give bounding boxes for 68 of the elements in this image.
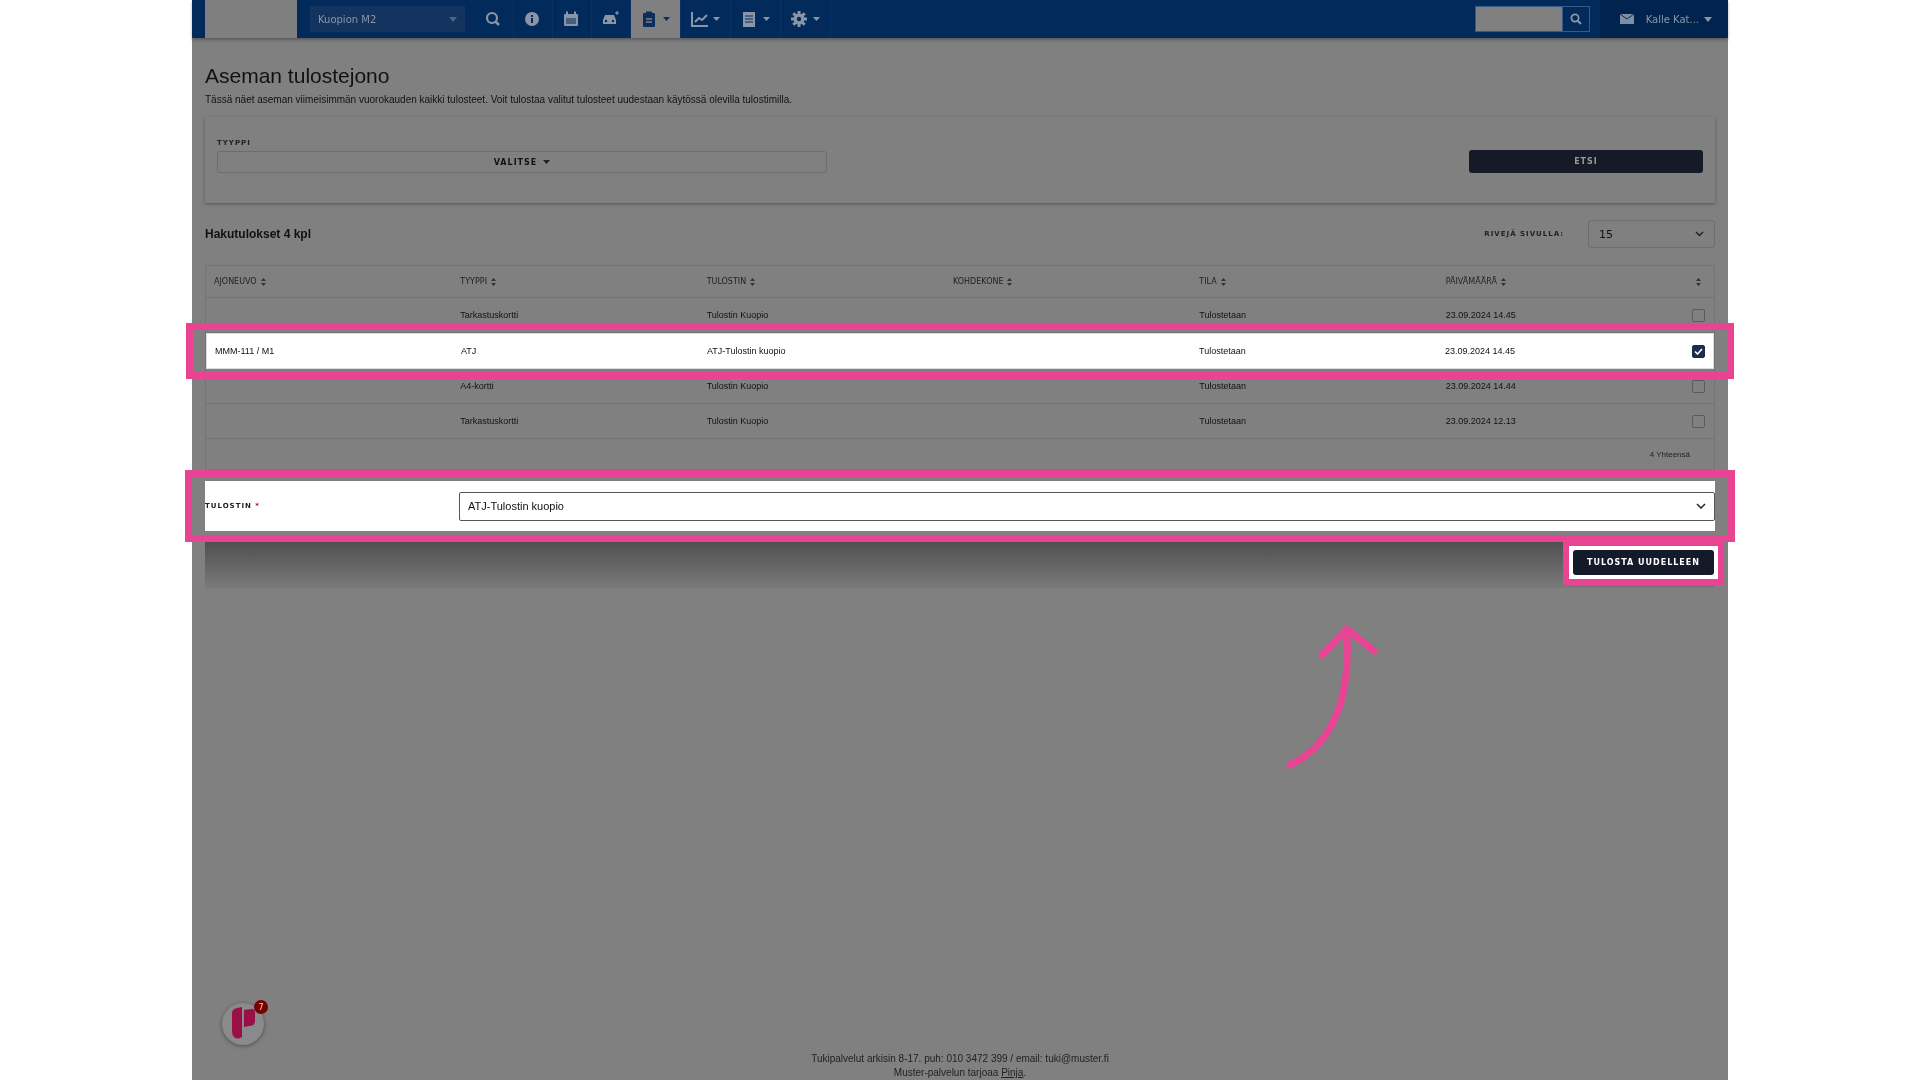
results-heading: Hakutulokset 4 kpl [205,227,313,241]
chevron-icon [1695,231,1704,237]
car-icon [602,11,620,27]
rows-per-page-select[interactable]: 15 [1588,220,1715,248]
column-header[interactable]: KOHDEKONE [945,277,1192,286]
table-cell-text: 23.09.2024 14.45 [1444,346,1517,356]
column-header[interactable]: TILA [1191,277,1438,286]
location-select[interactable]: Kuopion M2 [310,6,465,32]
total-count: 4 Yhteensä [1649,449,1690,459]
notification-badge: 7 [254,1000,268,1014]
caret-icon [713,17,720,21]
sort-icon [491,277,496,286]
page-description: Tässä näet aseman viimeisimmän vuorokauden kaikki tulosteet. Voit tulostaa valitut tulosteet uudestaan käytössä olevilla tulostimilla. [205,94,793,105]
type-select[interactable]: VALITSE [217,151,827,173]
sort-icon [1220,277,1226,286]
table-cell-text: ATJ-Tulostin kuopio [706,346,787,356]
nav-menu-item[interactable] [631,0,681,38]
sort-icon [1501,277,1506,286]
checkbox[interactable] [1692,379,1706,393]
column-header[interactable]: TYYPPI [452,277,699,286]
user-menu[interactable]: Kalle Kat... [1645,13,1712,25]
table-cell-text: Tarkastuskortti [459,416,520,426]
column-header[interactable]: TULOSTIN [698,277,945,286]
printer-select[interactable]: ATJ-Tulostin kuopio [459,491,1715,521]
table-cell-text: Tulostin Kuopio [705,310,770,320]
checkbox[interactable] [1692,414,1706,428]
checkbox[interactable] [1691,344,1705,358]
table-cell-text: Tulostin Kuopio [705,381,770,391]
table-cell-text: ATJ [460,346,478,356]
table-cell-text: Tulostetaan [1198,346,1247,356]
sort-icon [260,277,266,286]
table-cell-text: Tulostin Kuopio [705,416,770,426]
table-cell-text: MMM-111 / M1 [214,346,276,356]
table-cell-text: 23.09.2024 14.44 [1444,381,1517,391]
sort-icon[interactable] [1696,277,1702,286]
caret-icon [763,17,770,21]
chart-icon [691,11,709,27]
reprint-button[interactable]: TULOSTA UUDELLEEN [1572,550,1714,575]
table-cell-text: Tulostetaan [1198,416,1248,426]
caret-icon [663,17,670,21]
table-cell-text: Tulostetaan [1198,381,1248,391]
info-icon [524,11,542,27]
caret-icon [449,16,457,22]
search-button[interactable] [1561,6,1590,32]
mail-icon[interactable] [1619,14,1634,24]
table-cell-text: Tarkastuskortti [459,310,520,320]
sort-icon [750,277,756,286]
search-field[interactable] [1474,6,1562,32]
footer-text: Muster-palvelun tarjoaa Pinja. [893,1067,1027,1078]
checkbox[interactable] [1692,308,1706,322]
caret-icon [813,17,820,21]
search-button[interactable]: ETSI [1469,150,1703,173]
footer-text: Tukipalvelut arkisin 8-17. puh: 010 3472 399 / email: tuki@muster.fi [811,1053,1109,1064]
sort-icon [1007,277,1013,286]
table-cell-text: Tulostetaan [1198,310,1248,320]
checkmark-icon [1693,347,1703,355]
page-title: Aseman tulostejono [205,64,391,88]
settings-icon [791,11,809,27]
search-icon [1569,13,1582,25]
caret-icon [543,160,551,164]
column-header[interactable]: PÄIVÄMÄÄRÄ [1437,277,1684,286]
table-cell-text: A4-kortti [459,381,495,391]
caret-icon [1704,16,1712,22]
table-cell-text: 23.09.2024 14.45 [1444,310,1517,320]
calendar-icon [563,11,581,27]
chevron-icon [1696,503,1706,509]
table-cell-text: 23.09.2024 12.13 [1444,416,1517,426]
column-header[interactable]: AJONEUVO [206,277,453,286]
